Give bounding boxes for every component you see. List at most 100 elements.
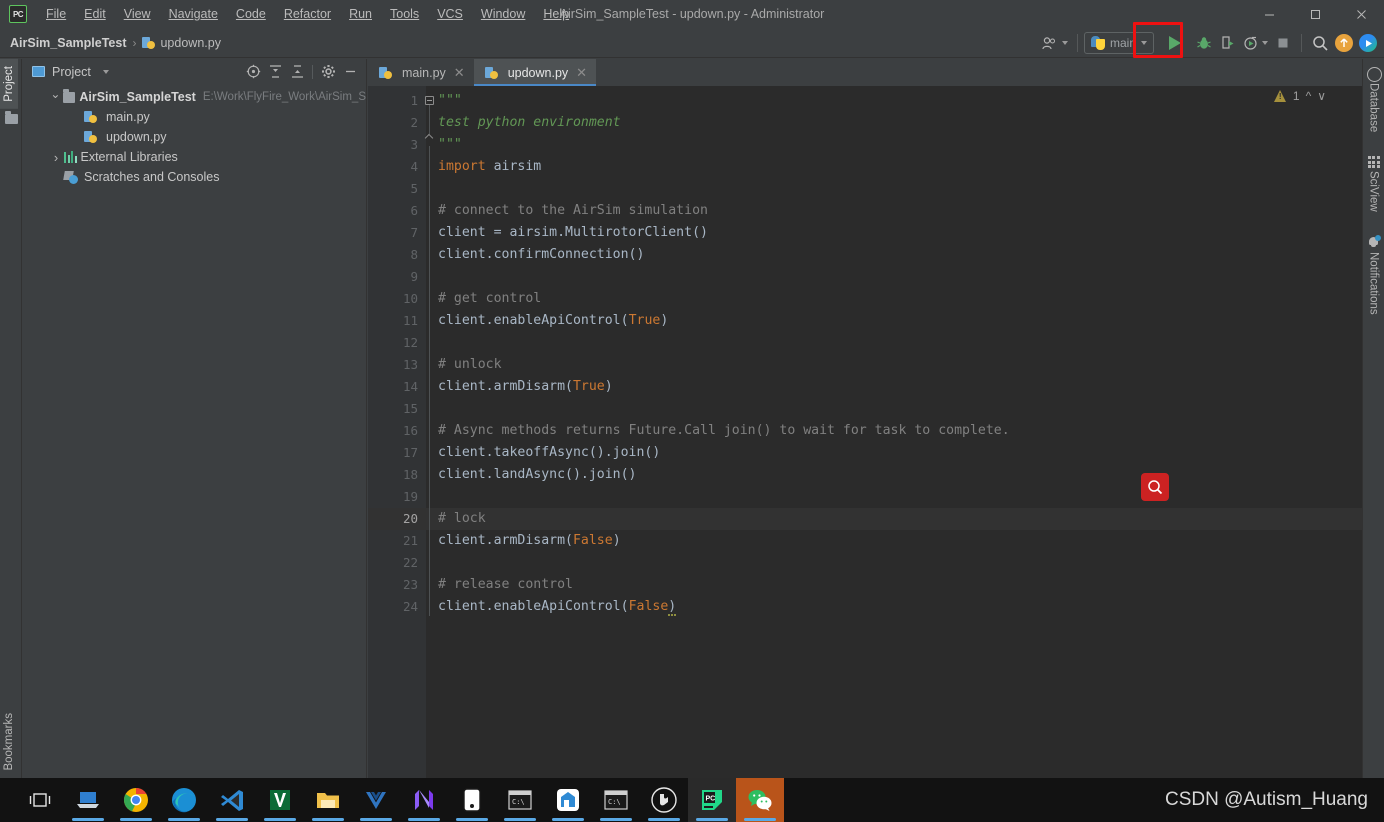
tree-node-external-libraries[interactable]: External Libraries: [22, 147, 366, 167]
chevron-down-icon[interactable]: [50, 90, 61, 104]
chevron-down-icon[interactable]: [102, 69, 109, 74]
stop-button[interactable]: [1271, 31, 1295, 55]
previous-problem-icon[interactable]: ^: [1306, 89, 1312, 103]
menu-item-view[interactable]: View: [115, 2, 160, 26]
inspection-widget[interactable]: 1 ^ ∨: [1273, 89, 1326, 103]
hide-panel-icon[interactable]: [340, 62, 360, 82]
vuejs-icon[interactable]: [352, 778, 400, 822]
neovim-icon[interactable]: [400, 778, 448, 822]
close-icon[interactable]: ✕: [454, 66, 465, 79]
menu-item-navigate[interactable]: Navigate: [160, 2, 227, 26]
cmd-icon[interactable]: C:\: [496, 778, 544, 822]
code-token: client.armDisarm(: [438, 533, 573, 548]
chrome-icon[interactable]: [112, 778, 160, 822]
code-token: client.enableApiControl(: [438, 313, 629, 328]
run-configuration-selector[interactable]: main: [1083, 32, 1154, 54]
left-strip-bottom-group: Bookmarks: [0, 706, 22, 778]
menu-label-code: Code: [235, 7, 266, 21]
fold-collapse-icon[interactable]: [425, 96, 434, 105]
sidebar-item-bookmarks[interactable]: Bookmarks: [0, 706, 18, 778]
sidebar-item-database[interactable]: Database: [1363, 59, 1384, 132]
breadcrumb: AirSim_SampleTest › updown.py: [0, 36, 221, 50]
menu-item-file[interactable]: File: [37, 2, 75, 26]
play-icon: [1169, 36, 1181, 50]
select-opened-file-icon[interactable]: [243, 62, 263, 82]
presentation-icon[interactable]: [64, 778, 112, 822]
update-project-button[interactable]: [1332, 31, 1356, 55]
folder-tool-icon[interactable]: [0, 109, 22, 129]
collapse-all-icon[interactable]: [287, 62, 307, 82]
code-line-18: client.landAsync().join(): [426, 464, 1384, 486]
vscode-icon[interactable]: [208, 778, 256, 822]
close-icon[interactable]: ✕: [576, 66, 587, 79]
visual-studio-installer-icon[interactable]: [256, 778, 304, 822]
warning-triangle-icon: [1273, 90, 1287, 102]
code-token: True: [572, 379, 605, 394]
menu-item-edit[interactable]: Edit: [75, 2, 115, 26]
breadcrumb-project[interactable]: AirSim_SampleTest: [10, 36, 126, 50]
sidebar-item-sciview[interactable]: SciView: [1363, 148, 1384, 212]
code-line-23: # release control: [426, 574, 1384, 596]
python-file-icon: [84, 110, 98, 124]
tree-node-updown-py[interactable]: updown.py: [22, 127, 366, 147]
minimize-button[interactable]: [1246, 0, 1292, 28]
terminal-dark-icon[interactable]: [448, 778, 496, 822]
cmd2-icon[interactable]: C:\: [592, 778, 640, 822]
menu-item-code[interactable]: Code: [227, 2, 275, 26]
tree-node-main-py[interactable]: main.py: [22, 107, 366, 127]
line-number: 1: [410, 93, 418, 108]
menu-item-refactor[interactable]: Refactor: [275, 2, 340, 26]
breadcrumb-file[interactable]: updown.py: [142, 36, 221, 50]
share-button[interactable]: [1356, 31, 1380, 55]
tree-node-project-root[interactable]: AirSim_SampleTest E:\Work\FlyFire_Work\A…: [22, 87, 366, 107]
menu-item-vcs[interactable]: VCS: [428, 2, 472, 26]
bell-icon: [1367, 234, 1381, 249]
sidebar-item-project[interactable]: Project: [0, 59, 18, 109]
todo-app-icon[interactable]: [544, 778, 592, 822]
fold-end-icon[interactable]: [424, 133, 434, 143]
code-token: False: [628, 599, 669, 614]
profile-button[interactable]: [1240, 31, 1271, 55]
file-explorer-icon[interactable]: [304, 778, 352, 822]
debug-button[interactable]: [1192, 31, 1216, 55]
editor-tab-updown-py[interactable]: updown.py ✕: [473, 59, 597, 86]
wechat-icon[interactable]: [736, 778, 784, 822]
run-button[interactable]: [1158, 31, 1192, 55]
line-number-gutter[interactable]: 1 2 3 4 5 6 7 8 9 10 11 12 13 14 15 16 1…: [368, 86, 426, 778]
sidebar-item-notifications[interactable]: Notifications: [1363, 228, 1384, 315]
python-file-icon: [142, 36, 156, 50]
menu-item-help[interactable]: Help: [534, 2, 578, 26]
editor-tab-bar: main.py ✕ updown.py ✕: [368, 59, 1384, 86]
expand-all-icon[interactable]: [265, 62, 285, 82]
settings-gear-icon[interactable]: [318, 62, 338, 82]
editor-tab-main-py[interactable]: main.py ✕: [368, 59, 474, 86]
search-everywhere-button[interactable]: [1308, 31, 1332, 55]
code-folding-gutter[interactable]: [424, 86, 434, 778]
run-with-coverage-button[interactable]: [1216, 31, 1240, 55]
line-number: 11: [402, 313, 418, 328]
tree-node-label: updown.py: [106, 130, 167, 144]
code-token: airsim: [485, 159, 542, 174]
edge-icon[interactable]: [160, 778, 208, 822]
menu-item-run[interactable]: Run: [340, 2, 381, 26]
window-controls: [1246, 0, 1384, 28]
code-area[interactable]: 1 2 3 4 5 6 7 8 9 10 11 12 13 14 15 16 1…: [368, 86, 1384, 778]
maximize-button[interactable]: [1292, 0, 1338, 28]
run-configuration-label: main: [1109, 36, 1136, 50]
next-problem-icon[interactable]: ∨: [1317, 89, 1326, 103]
menu-item-tools[interactable]: Tools: [381, 2, 428, 26]
task-view-icon[interactable]: [16, 778, 64, 822]
pycharm-icon[interactable]: PC: [688, 778, 736, 822]
unreal-engine-icon[interactable]: [640, 778, 688, 822]
tree-node-label: External Libraries: [80, 150, 178, 164]
libraries-icon: [64, 151, 77, 163]
code-text[interactable]: """ test python environment """ import a…: [424, 86, 1384, 778]
chevron-right-icon[interactable]: [50, 150, 62, 165]
close-button[interactable]: [1338, 0, 1384, 28]
user-account-button[interactable]: [1039, 31, 1071, 55]
project-panel-header: Project: [22, 59, 366, 84]
code-token: test python environment: [438, 115, 621, 130]
scratches-icon: [64, 171, 79, 184]
tree-node-scratches-and-consoles[interactable]: Scratches and Consoles: [22, 167, 366, 187]
menu-item-window[interactable]: Window: [472, 2, 534, 26]
